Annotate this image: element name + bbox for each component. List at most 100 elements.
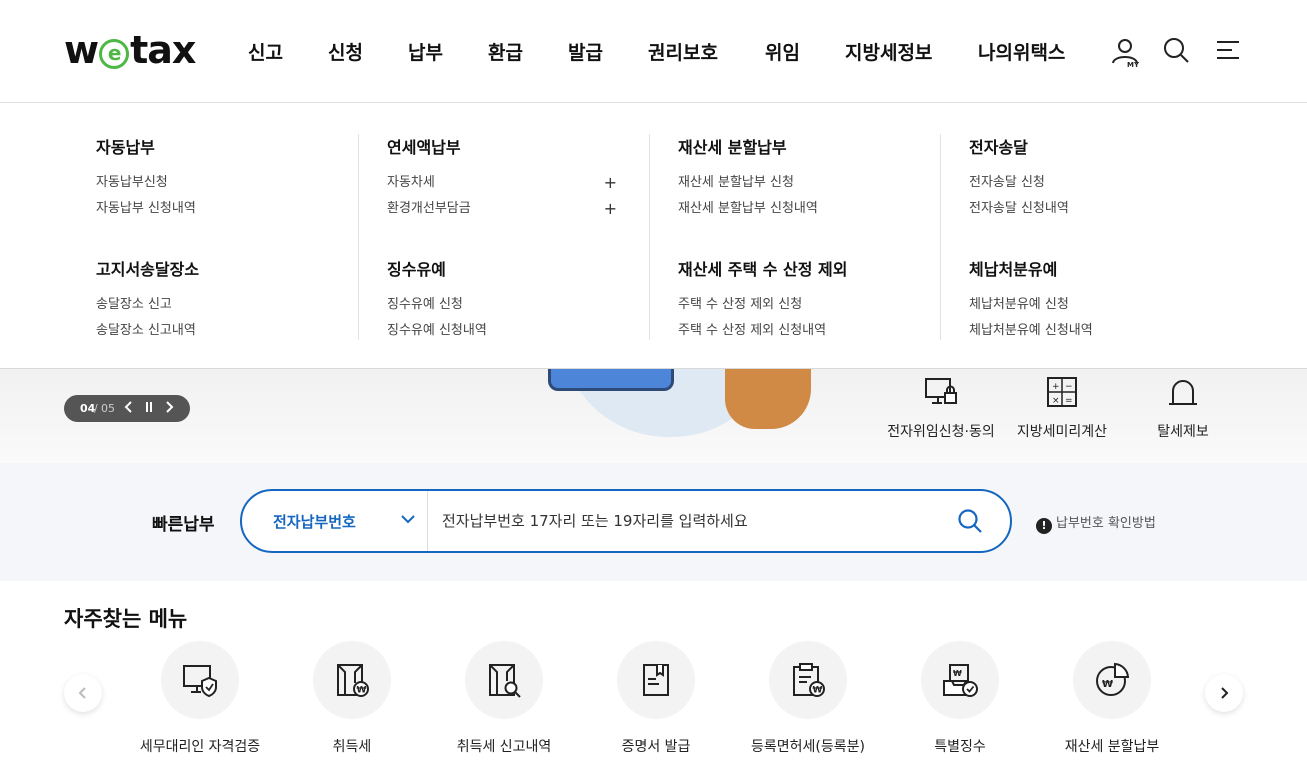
menu-group-title: 자동납부	[96, 138, 155, 157]
nav-item-local-tax-info[interactable]: 지방세정보	[845, 38, 932, 65]
menu-link[interactable]: 주택 수 산정 제외 신청내역	[678, 318, 928, 344]
doc-search-icon	[465, 641, 543, 719]
nav-item-apply[interactable]: 신청	[328, 38, 363, 65]
menu-group-autopay: 자동납부 자동납부신청 자동납부 신청내역	[96, 134, 326, 222]
search-icon[interactable]	[1162, 36, 1194, 68]
menu-link[interactable]: 전자송달 신청내역	[969, 196, 1199, 222]
search-icon[interactable]	[956, 507, 984, 535]
favorite-special-collection[interactable]: ₩ 특별징수	[884, 641, 1036, 756]
menu-icon[interactable]	[1214, 36, 1246, 68]
plus-icon[interactable]: +	[604, 170, 617, 196]
logo-e: e	[99, 39, 130, 69]
svg-text:₩: ₩	[813, 686, 823, 696]
wetax-logo[interactable]: w e tax	[64, 26, 196, 74]
menu-link[interactable]: 재산세 분할납부 신청	[678, 170, 928, 196]
carousel-prev-button[interactable]	[64, 674, 102, 712]
nav-item-delegation[interactable]: 위임	[765, 38, 800, 65]
menu-link[interactable]: 주택 수 산정 제외 신청	[678, 292, 928, 318]
favorite-label: 취득세	[332, 739, 372, 755]
mega-column-1: 자동납부 자동납부신청 자동납부 신청내역 고지서송달장소 송달장소 신고 송달…	[59, 134, 350, 340]
menu-group-title: 재산세 주택 수 산정 제외	[678, 260, 848, 279]
carousel-next-button[interactable]	[1205, 674, 1243, 712]
certificate-icon	[617, 641, 695, 719]
hero-banner: 04 / 05 전자위임신청·동의 + − × = 지방세미리계산 탈세제보	[0, 329, 1307, 463]
plus-icon[interactable]: +	[604, 196, 617, 222]
nav-item-payment[interactable]: 납부	[408, 38, 443, 65]
svg-text:+: +	[1052, 382, 1060, 392]
favorites-title: 자주찾는 메뉴	[64, 607, 188, 631]
menu-link[interactable]: 송달장소 신고내역	[96, 318, 326, 344]
mega-column-4: 전자송달 전자송달 신청 전자송달 신청내역 체납처분유예 체납처분유예 신청 …	[940, 134, 1231, 340]
menu-link[interactable]: 재산세 분할납부 신청내역	[678, 196, 928, 222]
site-header: w e tax 신고 신청 납부 환급 발급 권리보호 위임 지방세정보 나의위택스…	[0, 0, 1307, 103]
payment-number-type-select[interactable]: 전자납부번호	[242, 491, 428, 551]
nav-item-rights[interactable]: 권리보호	[648, 38, 718, 65]
mega-menu: 자동납부 자동납부신청 자동납부 신청내역 고지서송달장소 송달장소 신고 송달…	[0, 104, 1307, 369]
favorite-acquisition-tax-history[interactable]: 취득세 신고내역	[428, 641, 580, 756]
mega-column-2: 연세액납부 자동차세 + 환경개선부담금 + 징수유예 징수유예 신청 징수유예 신…	[358, 134, 649, 340]
menu-group-property-installment: 재산세 분할납부 재산세 분할납부 신청 재산세 분할납부 신청내역	[678, 134, 928, 222]
nav-item-report[interactable]: 신고	[248, 38, 283, 65]
quick-link-label: 전자위임신청·동의	[887, 424, 995, 440]
chevron-right-icon	[1221, 687, 1229, 699]
favorite-label: 등록면허세(등록분)	[751, 739, 865, 755]
logo-w: w	[64, 28, 99, 72]
menu-link-expandable[interactable]: 환경개선부담금 +	[387, 196, 617, 222]
menu-group-delinquency-deferral: 체납처분유예 체납처분유예 신청 체납처분유예 신청내역	[969, 256, 1199, 344]
my-label: MY	[1127, 61, 1140, 69]
help-label: 납부번호 확인방법	[1056, 516, 1156, 531]
select-value: 전자납부번호	[273, 513, 356, 531]
quick-link-tax-evasion-report[interactable]: 탈세제보	[1118, 375, 1248, 441]
menu-link[interactable]: 자동납부신청	[96, 170, 326, 196]
svg-text:₩: ₩	[1102, 679, 1113, 690]
prev-slide-icon[interactable]	[124, 400, 134, 418]
menu-link[interactable]: 징수유예 신청	[387, 292, 617, 318]
quick-pay-section: 빠른납부 전자납부번호 ! 납부번호 확인방법	[0, 463, 1307, 581]
quick-link-tax-calculator[interactable]: + − × = 지방세미리계산	[997, 375, 1127, 441]
menu-link[interactable]: 체납처분유예 신청	[969, 292, 1199, 318]
quick-link-label: 탈세제보	[1157, 424, 1209, 440]
monitor-shield-icon	[161, 641, 239, 719]
quick-pay-search-box: 전자납부번호	[240, 489, 1012, 553]
menu-link-expandable[interactable]: 자동차세 +	[387, 170, 617, 196]
menu-group-title: 재산세 분할납부	[678, 138, 787, 157]
nav-item-refund[interactable]: 환급	[488, 38, 523, 65]
svg-text:−: −	[1065, 382, 1073, 392]
banner-pager: 04 / 05	[64, 395, 190, 422]
favorite-label: 재산세 분할납부	[1064, 739, 1160, 755]
favorite-label: 특별징수	[934, 739, 986, 755]
favorite-certificate-issue[interactable]: 증명서 발급	[580, 641, 732, 756]
nav-item-issue[interactable]: 발급	[568, 38, 603, 65]
chevron-left-icon	[78, 687, 86, 699]
payment-number-help-link[interactable]: ! 납부번호 확인방법	[1036, 512, 1156, 534]
menu-link[interactable]: 체납처분유예 신청내역	[969, 318, 1199, 344]
favorite-agent-verification[interactable]: 세무대리인 자격검증	[124, 641, 276, 756]
clipboard-won-icon: ₩	[769, 641, 847, 719]
my-user-icon[interactable]: MY	[1110, 36, 1142, 69]
pause-icon[interactable]	[144, 400, 154, 418]
menu-group-house-count-exclusion: 재산세 주택 수 산정 제외 주택 수 산정 제외 신청 주택 수 산정 제외 …	[678, 256, 928, 344]
favorite-label: 증명서 발급	[621, 739, 691, 755]
payment-number-input[interactable]	[442, 503, 922, 539]
menu-group-annual-payment: 연세액납부 자동차세 + 환경개선부담금 +	[387, 134, 617, 222]
logo-tax: tax	[130, 28, 196, 72]
quick-link-e-delegation[interactable]: 전자위임신청·동의	[876, 375, 1006, 441]
menu-link[interactable]: 송달장소 신고	[96, 292, 326, 318]
favorite-acquisition-tax[interactable]: ₩ 취득세	[276, 641, 428, 756]
next-slide-icon[interactable]	[164, 400, 174, 418]
nav-item-my-wetax[interactable]: 나의위택스	[978, 38, 1065, 65]
favorite-label: 세무대리인 자격검증	[139, 739, 261, 755]
favorite-registration-license-tax[interactable]: ₩ 등록면허세(등록분)	[732, 641, 884, 756]
menu-link-label: 자동차세	[387, 175, 435, 190]
calculator-icon: + − × =	[1045, 375, 1079, 409]
favorite-label: 취득세 신고내역	[456, 739, 552, 755]
menu-group-e-delivery: 전자송달 전자송달 신청 전자송달 신청내역	[969, 134, 1199, 222]
menu-link[interactable]: 자동납부 신청내역	[96, 196, 326, 222]
menu-group-title: 체납처분유예	[969, 260, 1058, 279]
menu-group-title: 징수유예	[387, 260, 446, 279]
menu-link[interactable]: 징수유예 신청내역	[387, 318, 617, 344]
menu-link[interactable]: 전자송달 신청	[969, 170, 1199, 196]
svg-text:₩: ₩	[357, 686, 367, 696]
menu-group-deferral: 징수유예 징수유예 신청 징수유예 신청내역	[387, 256, 617, 344]
favorite-property-tax-installment[interactable]: ₩ 재산세 분할납부	[1036, 641, 1188, 756]
